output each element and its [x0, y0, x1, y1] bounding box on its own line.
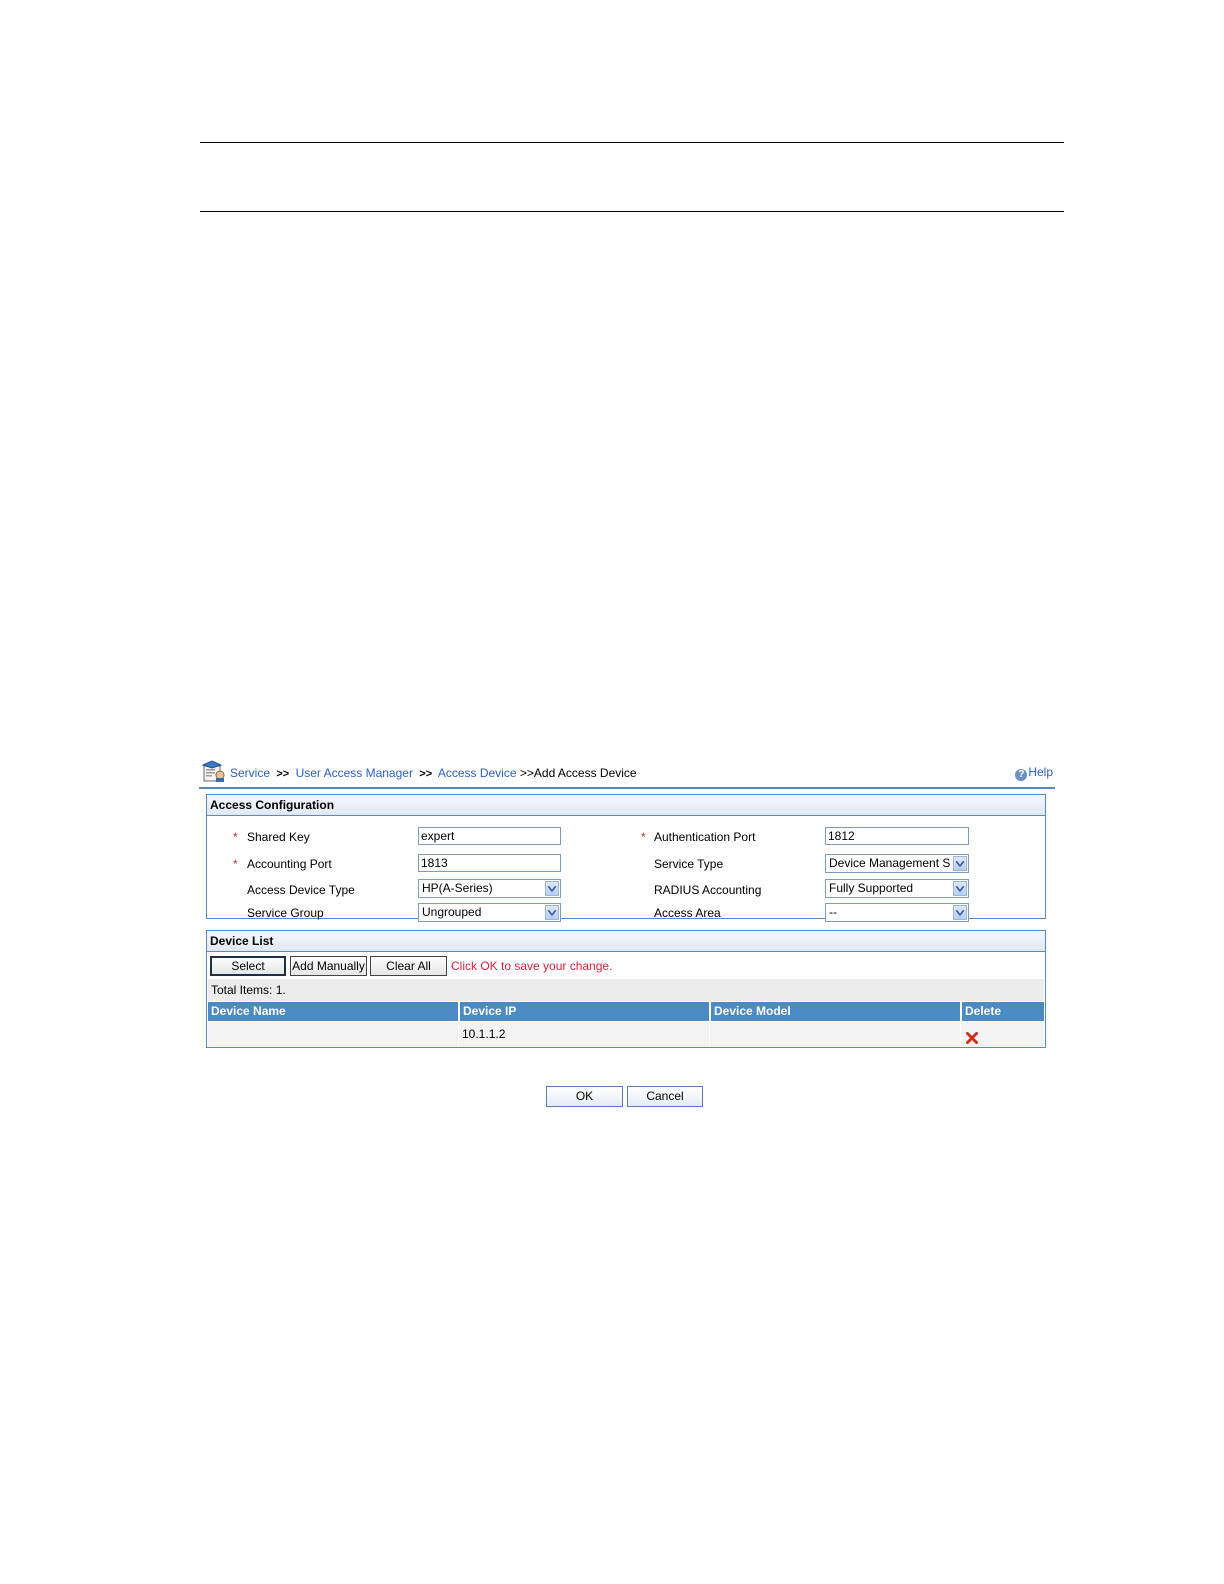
breadcrumb-access-device-link[interactable]: Access Device [438, 766, 517, 780]
access-area-select[interactable]: -- [825, 903, 969, 922]
radius-accounting-select[interactable]: Fully Supported [825, 879, 969, 898]
breadcrumb: Service >> User Access Manager >> Access… [230, 766, 637, 780]
service-group-label: Service Group [247, 906, 324, 920]
access-device-type-value: HP(A-Series) [422, 881, 493, 895]
radius-accounting-value: Fully Supported [829, 881, 914, 895]
chevron-down-icon[interactable] [953, 881, 967, 896]
help-label: Help [1028, 765, 1053, 779]
authentication-port-input[interactable]: 1812 [825, 827, 969, 845]
accounting-port-label: Accounting Port [247, 857, 332, 871]
access-device-type-select[interactable]: HP(A-Series) [418, 879, 561, 898]
delete-cell [961, 1022, 1044, 1046]
device-name-cell [208, 1022, 459, 1046]
access-area-label: Access Area [654, 906, 721, 920]
service-group-select[interactable]: Ungrouped [418, 903, 561, 922]
service-type-value: Device Management Se [829, 856, 950, 870]
chevron-down-icon[interactable] [953, 905, 967, 920]
required-mark: * [233, 830, 238, 844]
bottom-rule [200, 211, 1064, 212]
breadcrumb-current: >>Add Access Device [519, 766, 637, 780]
device-list-panel: Device List Select Add Manually Clear Al… [206, 930, 1046, 1048]
clear-all-button[interactable]: Clear All [370, 956, 447, 976]
access-area-value: -- [829, 905, 837, 919]
radius-accounting-label: RADIUS Accounting [654, 883, 762, 897]
device-model-cell [710, 1022, 961, 1046]
breadcrumb-service-link[interactable]: Service [230, 766, 270, 780]
device-ip-cell: 10.1.1.2 [459, 1022, 710, 1046]
breadcrumb-separator: >> [276, 768, 290, 780]
delete-icon[interactable] [966, 1028, 978, 1044]
chevron-down-icon[interactable] [545, 881, 559, 896]
add-manually-button[interactable]: Add Manually [290, 956, 367, 976]
breadcrumb-bar: Service >> User Access Manager >> Access… [199, 757, 1055, 789]
authentication-port-label: Authentication Port [654, 830, 756, 844]
help-icon: ? [1015, 769, 1028, 781]
help-link[interactable]: ? Help [1015, 765, 1053, 781]
required-mark: * [233, 857, 238, 871]
accounting-port-input[interactable]: 1813 [418, 854, 561, 872]
access-configuration-title: Access Configuration [207, 795, 1045, 816]
service-group-value: Ungrouped [422, 905, 482, 919]
device-table-header: Device Name Device IP Device Model Delet… [208, 1002, 1044, 1021]
shared-key-label: Shared Key [247, 830, 310, 844]
chevron-down-icon[interactable] [953, 856, 967, 871]
required-mark: * [641, 830, 646, 844]
chevron-down-icon[interactable] [545, 905, 559, 920]
shared-key-input[interactable]: expert [418, 827, 561, 845]
breadcrumb-separator: >> [419, 768, 433, 780]
add-access-device-page: Service >> User Access Manager >> Access… [199, 757, 1055, 1048]
save-hint: Click OK to save your change. [451, 959, 613, 973]
column-device-ip[interactable]: Device IP [460, 1002, 709, 1021]
table-row: 10.1.1.2 [208, 1022, 1044, 1046]
column-device-model[interactable]: Device Model [711, 1002, 960, 1021]
breadcrumb-uam-link[interactable]: User Access Manager [296, 766, 413, 780]
column-delete[interactable]: Delete [962, 1002, 1044, 1021]
service-type-select[interactable]: Device Management Se [825, 854, 969, 873]
top-rule [200, 142, 1064, 143]
access-device-type-label: Access Device Type [247, 883, 355, 897]
service-type-label: Service Type [654, 857, 724, 871]
device-list-title: Device List [207, 931, 1045, 952]
column-device-name[interactable]: Device Name [208, 1002, 458, 1021]
ok-button[interactable]: OK [546, 1086, 623, 1107]
access-configuration-panel: Access Configuration * Shared Key expert… [206, 794, 1046, 922]
service-icon [201, 759, 227, 783]
total-items: Total Items: 1. [211, 983, 286, 997]
select-button[interactable]: Select [210, 956, 286, 976]
cancel-button[interactable]: Cancel [627, 1086, 703, 1107]
total-items-bar: Total Items: 1. [208, 979, 1044, 1001]
